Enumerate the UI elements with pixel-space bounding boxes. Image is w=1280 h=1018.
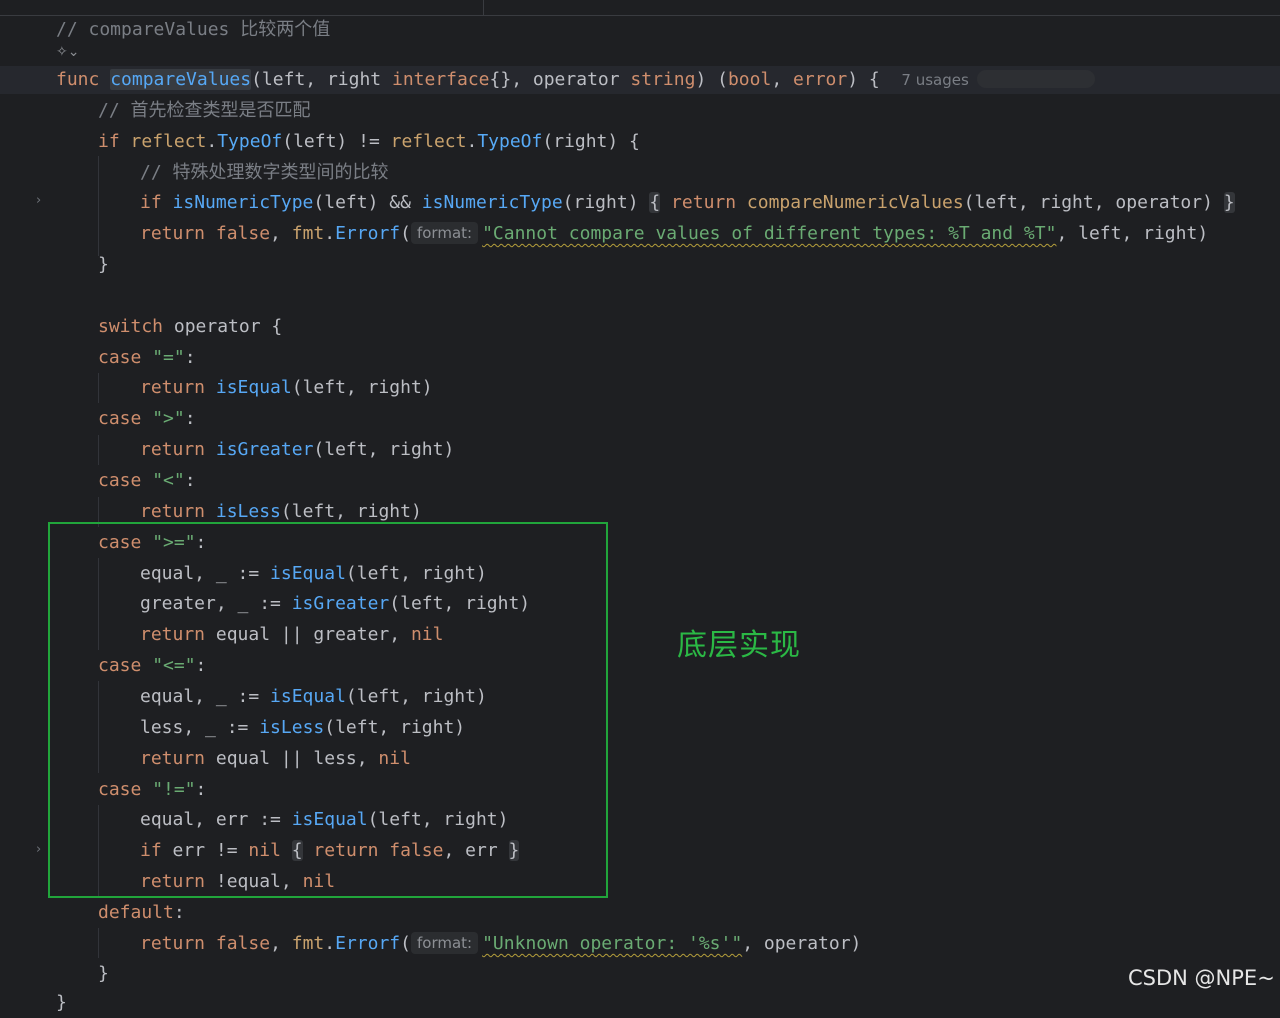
- code-line-11: switch operator {: [98, 316, 283, 337]
- code-line-6: // 特殊处理数字类型间的比较: [140, 162, 389, 183]
- watermark: CSDN @NPE~: [1128, 966, 1275, 990]
- code-line-8: return false, fmt.Errorf(format: "Cannot …: [140, 222, 1209, 244]
- code-line-1: // compareValues 比较两个值: [56, 19, 331, 40]
- code-line-16: case "<":: [98, 470, 196, 491]
- editor-top-bar: [0, 0, 1280, 16]
- code-line-31: return false, fmt.Errorf(format: "Unknown…: [140, 932, 862, 954]
- indent-guide: [98, 156, 99, 256]
- code-line-4: // 首先检查类型是否匹配: [98, 100, 311, 121]
- code-line-9: }: [98, 254, 109, 275]
- annotation-box: [48, 522, 608, 898]
- code-line-13: return isEqual(left, right): [140, 377, 433, 398]
- indent-guide: [98, 928, 99, 958]
- code-line-30: default:: [98, 902, 185, 923]
- tab-separator: [483, 0, 484, 15]
- code-line-3: func compareValues(left, right interface…: [56, 65, 1095, 95]
- code-line-12: case "=":: [98, 347, 196, 368]
- fold-chevron-icon[interactable]: ›: [36, 842, 46, 857]
- usages-hint[interactable]: 7 usages: [901, 71, 968, 89]
- indent-guide: [98, 435, 99, 465]
- code-line-15: return isGreater(left, right): [140, 439, 455, 460]
- annotation-label: 底层实现: [677, 628, 801, 663]
- code-line-5: if reflect.TypeOf(left) != reflect.TypeO…: [98, 131, 640, 152]
- code-line-32: }: [98, 963, 109, 984]
- code-line-7: if isNumericType(left) && isNumericType(…: [140, 192, 1235, 213]
- fold-chevron-icon[interactable]: ›: [36, 193, 46, 208]
- indent-guide: [98, 373, 99, 403]
- parameter-hint: format:: [410, 222, 479, 244]
- code-line-14: case ">":: [98, 408, 196, 429]
- code-line-33: }: [56, 992, 67, 1013]
- blurred-author: [976, 70, 1095, 88]
- ai-assist-icon[interactable]: ✧⌄: [56, 44, 79, 60]
- parameter-hint: format:: [410, 932, 479, 954]
